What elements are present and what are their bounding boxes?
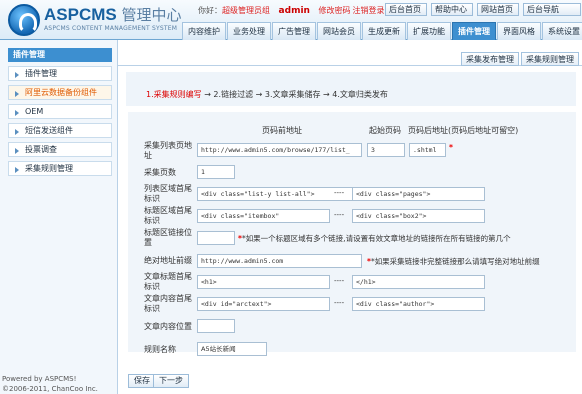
sidebar-item-label: 阿里云数据备份组件 [25,88,97,97]
start-page-input[interactable]: 3 [367,143,405,157]
hint-text: *如果一个标题区域有多个链接,请设置有效文章地址的链接所在所有链接的第几个 [241,234,511,243]
save-button[interactable]: 保存 [128,374,156,388]
footer-credits: Powered by ASPCMS! ©2006-2011, ChanCoo I… [2,374,98,394]
brand-english: ASPCMS CONTENT MANAGEMENT SYSTEM [44,25,178,32]
sidebar-item-label: 插件管理 [25,69,57,78]
abs-prefix-input[interactable]: http://www.admin5.com [197,254,362,268]
separator: ---- [334,211,345,219]
sidebar-item-plugins[interactable]: 插件管理 [8,66,112,81]
top-btn-admin-home[interactable]: 后台首页 [385,3,427,16]
tab-collect-publish[interactable]: 采集发布管理 [461,52,519,66]
user-greeting: 你好：超级管理员组 admin 修改密码 注销登录 [198,5,384,16]
content-pos-input[interactable] [197,319,235,333]
sidebar-item-label: 采集规则管理 [25,164,73,173]
nav-ads[interactable]: 广告管理 [272,22,316,40]
copyright: ©2006-2011, ChanCoo Inc. [2,385,98,393]
label-list-url: 采集列表页地址 [144,141,192,160]
main-nav: 内容维护 业务处理 广告管理 网站会员 生成更新 扩展功能 插件管理 界面风格 … [182,22,582,40]
page-count-input[interactable]: 1 [197,165,235,179]
user-role: 超级管理员组 [222,6,270,15]
sidebar-item-label: OEM [25,107,44,116]
sidebar-item-aliyun-backup[interactable]: 阿里云数据备份组件 [8,85,112,100]
sidebar-item-vote[interactable]: 投票调查 [8,142,112,157]
logout-link[interactable]: 注销登录 [352,6,384,15]
label-article-content: 文章内容首尾标识 [144,294,192,313]
label-page-count: 采集页数 [144,168,176,177]
nav-members[interactable]: 网站会员 [317,22,361,40]
col-header-start-page: 起始页码 [369,126,401,135]
title-area-end-input[interactable]: <div class="box2"> [352,209,485,223]
nav-theme[interactable]: 界面风格 [497,22,541,40]
sidebar-title: 插件管理 [8,48,112,62]
greeting-text: 你好： [198,6,222,15]
arrow-icon [15,72,19,78]
aspcms-logo-icon [8,4,40,36]
brand-subtitle: 管理中心 [121,7,182,24]
next-step-button[interactable]: 下一步 [153,374,189,388]
change-password-link[interactable]: 修改密码 [318,6,350,15]
header: ASPCMS 管理中心 ASPCMS CONTENT MANAGEMENT SY… [0,0,582,40]
sub-tabs: 采集发布管理 采集规则管理 [118,48,582,66]
sidebar-item-sms[interactable]: 短信发送组件 [8,123,112,138]
abs-prefix-hint: **如果采集链接非完整链接那么请填写绝对地址前缀 [367,257,540,266]
nav-settings[interactable]: 系统设置 [542,22,582,40]
separator: ---- [334,299,345,307]
sidebar-item-label: 投票调查 [25,145,57,154]
sidebar-item-label: 短信发送组件 [25,126,73,135]
title-link-pos-input[interactable] [197,231,235,245]
powered-by: Powered by ASPCMS! [2,375,77,383]
sidebar: 插件管理 插件管理 阿里云数据备份组件 OEM 短信发送组件 投票调查 采集规则… [0,40,118,394]
label-rule-name: 规则名称 [144,345,176,354]
nav-extensions[interactable]: 扩展功能 [407,22,451,40]
separator: ---- [334,277,345,285]
arrow-icon [15,167,19,173]
remaining-steps: → 2.链接过滤 → 3.文章采集储存 → 4.文章归类发布 [204,90,388,99]
title-link-pos-hint: **如果一个标题区域有多个链接,请设置有效文章地址的链接所在所有链接的第几个 [238,234,511,243]
arrow-icon [15,91,19,97]
required-mark: * [449,143,453,152]
separator: ---- [334,189,345,197]
sidebar-item-collect-rules[interactable]: 采集规则管理 [8,161,112,176]
label-article-title: 文章标题首尾标识 [144,272,192,291]
article-title-start-input[interactable]: <h1> [197,275,330,289]
article-title-end-input[interactable]: </h1> [352,275,485,289]
top-btn-admin-nav[interactable]: 后台导航 [523,3,581,16]
col-header-page-suffix: 页码后地址(页码后地址可留空) [408,126,519,135]
article-content-end-input[interactable]: <div class="author"> [352,297,485,311]
nav-plugins[interactable]: 插件管理 [452,22,496,40]
title-area-start-input[interactable]: <div class="itembox" [197,209,330,223]
brand-name: ASPCMS [44,5,117,24]
nav-business[interactable]: 业务处理 [227,22,271,40]
list-area-end-input[interactable]: <div class="pages"> [352,187,485,201]
col-header-page-url: 页码前地址 [262,126,302,135]
wizard-steps: 1.采集规则编写 → 2.链接过滤 → 3.文章采集储存 → 4.文章归类发布 [146,89,388,100]
top-btn-site-home[interactable]: 网站首页 [477,3,519,16]
article-content-start-input[interactable]: <div id="arctext"> [197,297,330,311]
rule-name-input[interactable]: A5站长新闻 [197,342,267,356]
page-suffix-input[interactable]: .shtml [409,143,446,157]
nav-generate[interactable]: 生成更新 [362,22,406,40]
current-step: 1.采集规则编写 [146,90,202,99]
label-title-link-pos: 标题区链接位置 [144,228,192,247]
arrow-icon [15,110,19,116]
arrow-icon [15,129,19,135]
nav-content[interactable]: 内容维护 [182,22,226,40]
tab-collect-rules[interactable]: 采集规则管理 [521,52,579,66]
brand-title: ASPCMS 管理中心 [44,4,181,25]
label-abs-prefix: 绝对地址前缀 [144,256,192,265]
hint-text: *如果采集链接非完整链接那么请填写绝对地址前缀 [370,257,540,266]
sidebar-item-oem[interactable]: OEM [8,104,112,119]
label-content-pos: 文章内容位置 [144,322,192,331]
label-list-area: 列表区域首尾标识 [144,184,192,203]
top-btn-help[interactable]: 帮助中心 [431,3,473,16]
label-title-area: 标题区域首尾标识 [144,206,192,225]
arrow-icon [15,148,19,154]
username: admin [278,6,310,16]
list-url-input[interactable]: http://www.admin5.com/browse/177/list_ [197,143,362,157]
